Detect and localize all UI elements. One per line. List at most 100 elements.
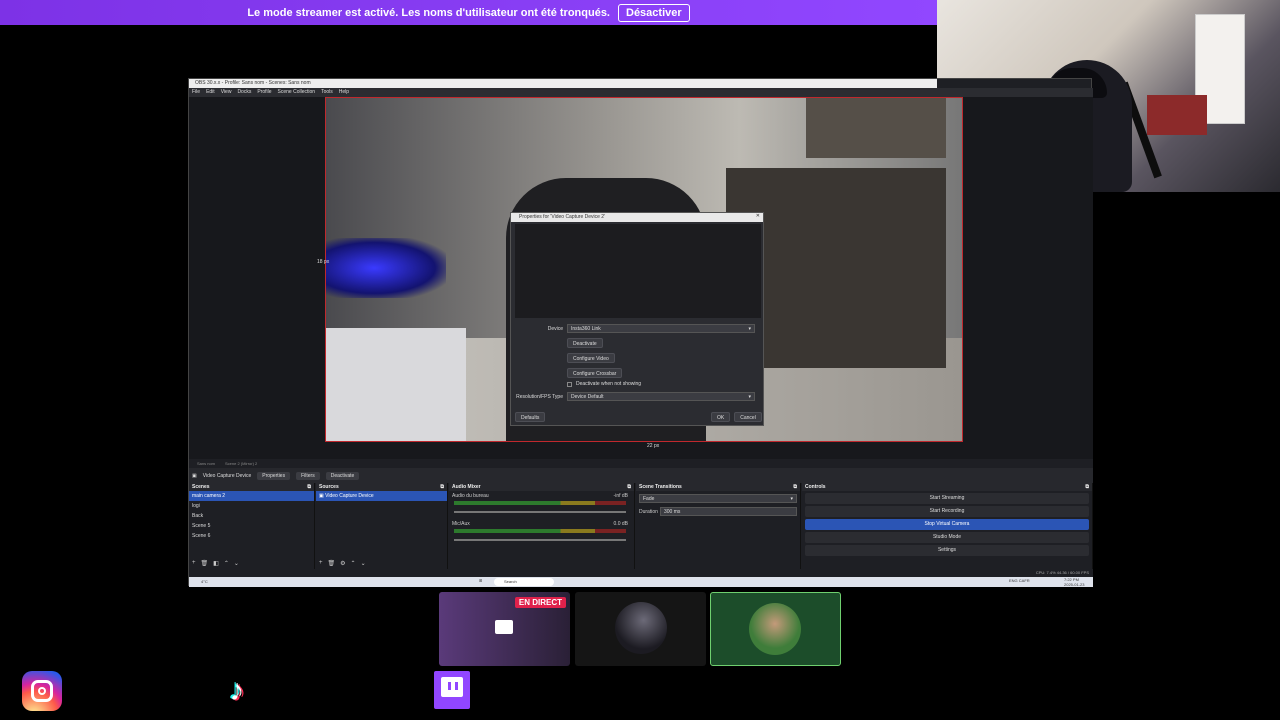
twitch-icon[interactable] bbox=[434, 671, 470, 709]
dock-menu-icon[interactable]: ⧉ bbox=[440, 483, 444, 491]
menu-view[interactable]: View bbox=[221, 88, 232, 97]
volume-meter bbox=[454, 501, 626, 505]
add-icon[interactable]: + bbox=[319, 560, 323, 567]
dialog-preview bbox=[515, 224, 761, 318]
dock-menu-icon[interactable]: ⧉ bbox=[1085, 483, 1089, 491]
deactivate-checkbox[interactable] bbox=[567, 381, 572, 387]
gear-icon[interactable]: ⚙ bbox=[340, 560, 345, 567]
language-label: ENG CAFR bbox=[1009, 578, 1030, 583]
studio-mode-button[interactable]: Studio Mode bbox=[805, 532, 1089, 543]
participant-tile[interactable] bbox=[575, 592, 706, 666]
obs-window: OBS 30.x.x - Profile: Sans nom - Scenes:… bbox=[188, 78, 1093, 587]
menu-edit[interactable]: Edit bbox=[206, 88, 215, 97]
transitions-title: Scene Transitions bbox=[639, 484, 682, 490]
live-badge: EN DIRECT bbox=[514, 597, 566, 608]
status-bar: CPU: 7.4% 44.36 / 60.00 FPS bbox=[189, 569, 1093, 577]
weather-label: 4°C bbox=[201, 579, 208, 584]
duration-field[interactable]: 300 ms bbox=[660, 507, 797, 516]
down-icon[interactable]: ⌄ bbox=[361, 560, 366, 567]
menu-file[interactable]: File bbox=[192, 88, 200, 97]
transition-select[interactable]: Fade ▾ bbox=[639, 494, 797, 503]
scene-item[interactable]: Back bbox=[189, 511, 314, 521]
instagram-icon[interactable] bbox=[22, 671, 62, 711]
audio-title: Audio Mixer bbox=[452, 484, 481, 490]
scenes-title: Scenes bbox=[192, 484, 210, 490]
channel-db: -inf dB bbox=[613, 493, 628, 499]
avatar bbox=[749, 603, 801, 655]
channel-name: Mic/Aux bbox=[452, 521, 470, 527]
taskbar-search[interactable]: Search bbox=[494, 578, 554, 586]
volume-meter bbox=[454, 529, 626, 533]
filters-button[interactable]: Filters bbox=[296, 471, 320, 480]
tiktok-icon[interactable]: ♪ bbox=[217, 671, 257, 711]
controls-title: Controls bbox=[805, 484, 826, 490]
source-name: Video Capture Device bbox=[202, 472, 252, 479]
cancel-button[interactable]: Cancel bbox=[734, 412, 762, 422]
obs-title-bar: OBS 30.x.x - Profile: Sans nom - Scenes:… bbox=[189, 79, 937, 88]
resolution-select[interactable]: Device Default ▾ bbox=[567, 392, 755, 401]
scene-tab[interactable]: Scene 2 (Mirror) 2 bbox=[225, 459, 257, 468]
close-icon[interactable]: ✕ bbox=[756, 213, 760, 219]
channel-name: Audio du bureau bbox=[452, 493, 489, 499]
add-icon[interactable]: + bbox=[192, 560, 196, 567]
source-item[interactable]: ▣ Video Capture Device bbox=[316, 491, 447, 501]
menu-scene-collection[interactable]: Scene Collection bbox=[278, 88, 316, 97]
preview-left-px: 18 px bbox=[317, 259, 330, 265]
settings-button[interactable]: Settings bbox=[805, 545, 1089, 556]
device-select[interactable]: Insta360 Link ▾ bbox=[567, 324, 755, 333]
menu-help[interactable]: Help bbox=[339, 88, 349, 97]
menu-profile[interactable]: Profile bbox=[257, 88, 271, 97]
up-icon[interactable]: ⌃ bbox=[351, 560, 356, 567]
resolution-label: Resolution/FPS Type bbox=[516, 393, 563, 400]
dock-menu-icon[interactable]: ⧉ bbox=[627, 483, 631, 491]
volume-slider[interactable] bbox=[454, 511, 626, 513]
sources-title: Sources bbox=[319, 484, 339, 490]
source-toolbar: ▣ Video Capture Device Properties Filter… bbox=[189, 468, 1093, 483]
dock-menu-icon[interactable]: ⧉ bbox=[793, 483, 797, 491]
scene-item[interactable]: Scene 5 bbox=[189, 521, 314, 531]
configure-crossbar-button[interactable]: Configure Crossbar bbox=[567, 368, 623, 378]
configure-video-button[interactable]: Configure Video bbox=[567, 353, 615, 363]
start-recording-button[interactable]: Start Recording bbox=[805, 506, 1089, 517]
dialog-title: Properties for 'Video Capture Device 2' bbox=[511, 213, 763, 222]
scene-item[interactable]: logi bbox=[189, 501, 314, 511]
controls-dock: Controls ⧉ Start Streaming Start Recordin… bbox=[802, 483, 1093, 569]
preview-bottom-px: 22 px bbox=[647, 443, 660, 449]
chevron-down-icon: ▾ bbox=[790, 496, 793, 502]
obs-menu-bar: File Edit View Docks Profile Scene Colle… bbox=[189, 88, 1093, 97]
deactivate-source-button[interactable]: Deactivate bbox=[325, 471, 360, 480]
windows-taskbar: 4°C ⊞ Search ENG CAFR 7:22 PM 2025-01-23 bbox=[189, 577, 1093, 587]
participant-tile-active[interactable] bbox=[710, 592, 841, 666]
down-icon[interactable]: ⌄ bbox=[234, 560, 239, 567]
scene-item[interactable]: main camera 2 bbox=[189, 491, 314, 501]
menu-tools[interactable]: Tools bbox=[321, 88, 333, 97]
up-icon[interactable]: ⌃ bbox=[224, 560, 229, 567]
resolution-value: Device Default bbox=[571, 394, 604, 400]
duration-label: Duration bbox=[639, 509, 658, 515]
properties-button[interactable]: Properties bbox=[257, 471, 291, 480]
checkbox-label: Deactivate when not showing bbox=[576, 381, 642, 387]
stop-virtual-camera-button[interactable]: Stop Virtual Camera bbox=[805, 519, 1089, 530]
scene-tabs: Sans nom Scene 2 (Mirror) 2 bbox=[189, 459, 1093, 468]
scenes-dock: Scenes ⧉ main camera 2 logi Back Scene 5 … bbox=[189, 483, 315, 569]
volume-slider[interactable] bbox=[454, 539, 626, 541]
dock-menu-icon[interactable]: ⧉ bbox=[307, 483, 311, 491]
deactivate-button[interactable]: Deactivate bbox=[567, 338, 603, 348]
device-value: Insta360 Link bbox=[571, 326, 601, 332]
scene-tab[interactable]: Sans nom bbox=[197, 459, 215, 468]
transition-value: Fade bbox=[643, 496, 655, 502]
scene-item[interactable]: Scene 6 bbox=[189, 531, 314, 541]
deactivate-streamer-button[interactable]: Désactiver bbox=[618, 3, 690, 22]
trash-icon[interactable]: 🗑 bbox=[328, 560, 336, 567]
properties-dialog: Properties for 'Video Capture Device 2' … bbox=[510, 212, 764, 426]
menu-docks[interactable]: Docks bbox=[237, 88, 251, 97]
screen-share-icon bbox=[495, 620, 513, 634]
sources-dock: Sources ⧉ ▣ Video Capture Device + 🗑 ⚙ ⌃ ⌄ bbox=[316, 483, 448, 569]
trash-icon[interactable]: 🗑 bbox=[201, 560, 209, 567]
ok-button[interactable]: OK bbox=[711, 412, 731, 422]
start-icon[interactable]: ⊞ bbox=[479, 578, 482, 583]
filter-icon[interactable]: ◧ bbox=[213, 560, 219, 567]
start-streaming-button[interactable]: Start Streaming bbox=[805, 493, 1089, 504]
defaults-button[interactable]: Defaults bbox=[515, 412, 546, 422]
participant-tile-stream[interactable]: EN DIRECT bbox=[439, 592, 570, 666]
